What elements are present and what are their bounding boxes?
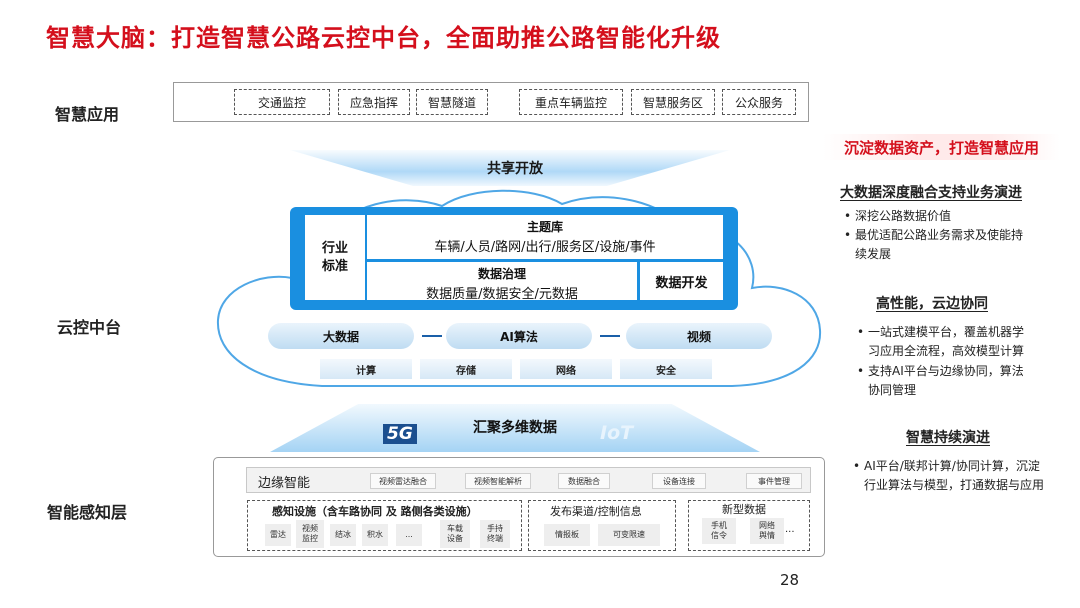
data-development-box: 数据开发	[640, 262, 723, 300]
sensing-item: 积水	[362, 524, 388, 546]
app-item-key-vehicle-monitoring: 重点车辆监控	[519, 89, 623, 115]
new-data-item-mobile-signal: 手机 信令	[702, 518, 736, 544]
bullet-item: • AI平台/联邦计算/协同计算，沉淀 行业算法与模型，打通数据与应用	[853, 459, 1045, 492]
edge-intelligence-title: 边缘智能	[258, 476, 311, 491]
sensing-item: 车载 设备	[440, 520, 470, 548]
5g-logo: 5G	[383, 424, 417, 444]
new-data-item-network-opinion: 网络 舆情	[750, 518, 784, 544]
theme-library-box: 主题库 车辆/人员/路网/出行/服务区/设施/事件	[367, 215, 723, 259]
sensing-item: ...	[396, 524, 422, 546]
resource-network: 网络	[520, 359, 612, 379]
section-title-evolution: 智慧持续演进	[906, 430, 990, 446]
app-item-smart-tunnel: 智慧隧道	[416, 89, 488, 115]
sensing-item: 手持 终端	[480, 520, 510, 548]
publish-item-variable-speed-limit: 可变限速	[598, 524, 660, 546]
sensing-item: 雷达	[265, 524, 291, 546]
new-data-title: 新型数据	[722, 503, 766, 516]
layer-label-perception: 智能感知层	[47, 503, 128, 522]
theme-library-title: 主题库	[526, 220, 563, 234]
bullet-item: • 最优适配公路业务需求及使能持 续发展	[844, 228, 1024, 261]
edge-chip-data-fusion: 数据融合	[558, 473, 610, 489]
page-number: 28	[780, 571, 800, 589]
app-item-public-service: 公众服务	[722, 89, 796, 115]
resource-storage: 存储	[420, 359, 512, 379]
iot-logo: IoT	[600, 422, 634, 444]
sensing-item: 视频 监控	[296, 520, 324, 548]
section-title-performance: 高性能，云边协同	[876, 296, 988, 312]
page-title: 智慧大脑：打造智慧公路云控中台，全面助推公路智能化升级	[46, 24, 721, 52]
industry-standard-line2: 标准	[321, 258, 348, 274]
resource-compute: 计算	[320, 359, 412, 379]
publish-item-info-board: 情报板	[544, 524, 590, 546]
edge-chip-video-radar-fusion: 视频雷达融合	[370, 473, 436, 489]
pill-connector	[422, 335, 442, 337]
pill-connector	[600, 335, 620, 337]
share-open-label: 共享开放	[487, 161, 543, 177]
industry-standard-line1: 行业	[321, 240, 348, 256]
new-data-more: ...	[785, 524, 795, 535]
bullet-item: • 支持AI平台与边缘协同，算法 协同管理	[857, 364, 1024, 397]
sensing-item: 结冰	[330, 524, 356, 546]
section-title-big-data: 大数据深度融合支持业务演进	[840, 185, 1022, 201]
sensing-facilities-title: 感知设施（含车路协同 及 路侧各类设施）	[272, 505, 478, 518]
pill-ai-algorithm: AI算法	[446, 323, 592, 349]
data-governance-box: 数据治理 数据质量/数据安全/元数据	[367, 262, 637, 302]
bullet-item: • 一站式建模平台，覆盖机器学 习应用全流程，高效模型计算	[857, 325, 1025, 358]
data-governance-title: 数据治理	[477, 267, 526, 281]
aggregation-label: 汇聚多维数据	[473, 420, 557, 436]
data-governance-items: 数据质量/数据安全/元数据	[426, 287, 578, 302]
publish-channel-title: 发布渠道/控制信息	[550, 505, 642, 518]
app-item-emergency-command: 应急指挥	[338, 89, 410, 115]
edge-chip-video-analysis: 视频智能解析	[465, 473, 531, 489]
edge-chip-event-management: 事件管理	[746, 473, 802, 489]
bullet-item: • 深挖公路数据价值	[844, 209, 952, 223]
app-item-traffic-monitoring: 交通监控	[234, 89, 330, 115]
layer-label-cloud: 云控中台	[57, 318, 122, 337]
theme-library-items: 车辆/人员/路网/出行/服务区/设施/事件	[434, 240, 656, 255]
right-headline: 沉淀数据资产，打造智慧应用	[823, 134, 1060, 160]
layer-label-app: 智慧应用	[55, 105, 120, 124]
pill-video: 视频	[626, 323, 772, 349]
edge-chip-device-connection: 设备连接	[652, 473, 706, 489]
app-item-smart-service-area: 智慧服务区	[631, 89, 715, 115]
resource-security: 安全	[620, 359, 712, 379]
pill-big-data: 大数据	[268, 323, 414, 349]
industry-standard-box: 行业 标准	[305, 215, 365, 300]
app-layer-box: 交通监控 应急指挥 智慧隧道 重点车辆监控 智慧服务区 公众服务	[173, 82, 809, 122]
